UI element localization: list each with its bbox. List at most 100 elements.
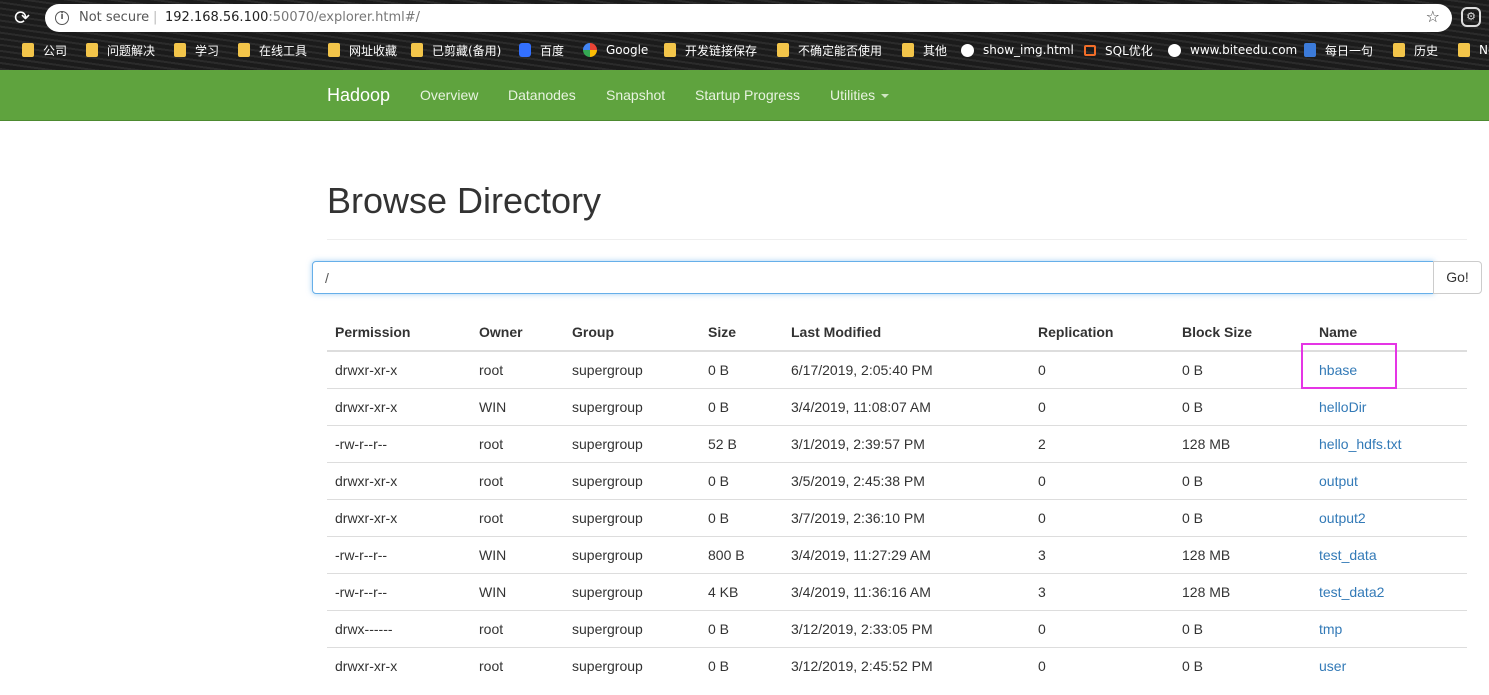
nav-utilities[interactable]: Utilities bbox=[830, 87, 890, 103]
cell-replication: 0 bbox=[1030, 498, 1174, 536]
folder-icon bbox=[22, 43, 34, 57]
cell-name: helloDir bbox=[1311, 387, 1467, 425]
table-row: -rw-r--r-- root supergroup 52 B 3/1/2019, 2:… bbox=[327, 424, 1467, 462]
cell-group: supergroup bbox=[564, 646, 700, 684]
bookmark-item[interactable]: SQL优化 bbox=[1084, 41, 1153, 59]
cell-replication: 0 bbox=[1030, 609, 1174, 647]
cell-last-modified: 3/4/2019, 11:36:16 AM bbox=[783, 572, 1030, 610]
bookmark-label: 每日一句 bbox=[1325, 43, 1374, 58]
folder-icon bbox=[238, 43, 250, 57]
header-last-modified[interactable]: Last Modified bbox=[783, 314, 1030, 352]
bookmark-item[interactable]: 其他 bbox=[902, 41, 947, 59]
bookmark-item[interactable]: Ne bbox=[1458, 41, 1489, 59]
bookmark-item[interactable]: 学习 bbox=[174, 41, 219, 59]
file-name-link[interactable]: tmp bbox=[1319, 621, 1342, 637]
baidu-icon bbox=[519, 43, 531, 57]
file-name-link[interactable]: hello_hdfs.txt bbox=[1319, 436, 1402, 452]
header-owner[interactable]: Owner bbox=[471, 314, 564, 352]
go-button[interactable]: Go! bbox=[1433, 261, 1482, 294]
bookmark-item[interactable]: 公司 bbox=[22, 41, 67, 59]
bookmark-item[interactable]: 问题解决 bbox=[86, 41, 155, 59]
table-row: drwxr-xr-x root supergroup 0 B 3/5/2019, 2:4… bbox=[327, 461, 1467, 499]
header-block-size[interactable]: Block Size bbox=[1174, 314, 1311, 352]
bookmark-label: 学习 bbox=[195, 43, 220, 58]
cell-size: 4 KB bbox=[700, 572, 783, 610]
bookmark-item[interactable]: 不确定能否使用 bbox=[777, 41, 882, 59]
cell-last-modified: 3/1/2019, 2:39:57 PM bbox=[783, 424, 1030, 462]
bookmark-item[interactable]: 网址收藏 bbox=[328, 41, 397, 59]
nav-overview[interactable]: Overview bbox=[420, 87, 478, 103]
cell-replication: 3 bbox=[1030, 535, 1174, 573]
file-name-link[interactable]: output bbox=[1319, 473, 1358, 489]
bookmark-item[interactable]: show_img.html bbox=[961, 41, 1074, 59]
address-bar[interactable]: i Not secure | 192.168.56.100:50070/expl… bbox=[45, 4, 1452, 32]
directory-path-input[interactable] bbox=[312, 261, 1434, 294]
folder-icon bbox=[328, 43, 340, 57]
bookmark-label: Google bbox=[606, 43, 649, 57]
file-name-link[interactable]: test_data bbox=[1319, 547, 1377, 563]
sql-icon bbox=[1084, 44, 1096, 56]
bookmark-label: 公司 bbox=[43, 43, 68, 58]
folder-icon bbox=[777, 43, 789, 57]
bookmark-item[interactable]: www.biteedu.com bbox=[1168, 41, 1297, 59]
bookmark-item[interactable]: 百度 bbox=[519, 41, 564, 59]
file-name-link[interactable]: user bbox=[1319, 658, 1346, 674]
bookmark-label: 不确定能否使用 bbox=[798, 43, 883, 58]
cell-permission: -rw-r--r-- bbox=[327, 535, 471, 573]
table-row: drwxr-xr-x WIN supergroup 0 B 3/4/2019, 11:0… bbox=[327, 387, 1467, 425]
cell-permission: drwxr-xr-x bbox=[327, 498, 471, 536]
extension-icon[interactable]: ⚙ bbox=[1461, 7, 1481, 27]
cell-group: supergroup bbox=[564, 535, 700, 573]
cell-group: supergroup bbox=[564, 461, 700, 499]
table-header-row: Permission Owner Group Size Last Modifie… bbox=[327, 314, 1467, 352]
cell-permission: -rw-r--r-- bbox=[327, 424, 471, 462]
cell-replication: 0 bbox=[1030, 350, 1174, 388]
nav-snapshot[interactable]: Snapshot bbox=[606, 87, 665, 103]
bookmark-label: 在线工具 bbox=[259, 43, 308, 58]
bookmark-label: 百度 bbox=[540, 43, 565, 58]
header-size[interactable]: Size bbox=[700, 314, 783, 352]
file-name-link[interactable]: helloDir bbox=[1319, 399, 1366, 415]
bookmark-item[interactable]: 历史 bbox=[1393, 41, 1438, 59]
info-icon[interactable]: i bbox=[55, 11, 69, 25]
bookmark-label: 开发链接保存 bbox=[685, 43, 758, 58]
bookmark-label: 网址收藏 bbox=[349, 43, 398, 58]
cell-block-size: 0 B bbox=[1174, 646, 1311, 684]
header-replication[interactable]: Replication bbox=[1030, 314, 1174, 352]
file-name-link[interactable]: output2 bbox=[1319, 510, 1366, 526]
header-group[interactable]: Group bbox=[564, 314, 700, 352]
header-permission[interactable]: Permission bbox=[327, 314, 471, 352]
bookmark-item[interactable]: 在线工具 bbox=[238, 41, 307, 59]
cell-owner: root bbox=[471, 350, 564, 388]
navbar-brand[interactable]: Hadoop bbox=[327, 85, 390, 106]
directory-table: Permission Owner Group Size Last Modifie… bbox=[327, 314, 1467, 684]
cell-permission: drwxr-xr-x bbox=[327, 387, 471, 425]
reload-icon[interactable]: ⟳ bbox=[10, 6, 34, 30]
cell-block-size: 0 B bbox=[1174, 609, 1311, 647]
bookmark-star-icon[interactable]: ☆ bbox=[1426, 7, 1440, 26]
nav-datanodes[interactable]: Datanodes bbox=[508, 87, 576, 103]
cell-group: supergroup bbox=[564, 609, 700, 647]
cell-size: 800 B bbox=[700, 535, 783, 573]
cell-last-modified: 3/4/2019, 11:27:29 AM bbox=[783, 535, 1030, 573]
cell-size: 0 B bbox=[700, 498, 783, 536]
file-name-link[interactable]: test_data2 bbox=[1319, 584, 1384, 600]
folder-icon bbox=[86, 43, 98, 57]
google-icon bbox=[583, 43, 597, 57]
url-text[interactable]: 192.168.56.100:50070/explorer.html#/ bbox=[165, 10, 420, 25]
cell-block-size: 0 B bbox=[1174, 350, 1311, 388]
bookmark-item[interactable]: 每日一句 bbox=[1304, 41, 1373, 59]
url-rest: :50070/explorer.html#/ bbox=[268, 10, 421, 25]
title-divider bbox=[327, 239, 1467, 240]
cell-group: supergroup bbox=[564, 424, 700, 462]
cell-block-size: 0 B bbox=[1174, 498, 1311, 536]
table-row: drwxr-xr-x root supergroup 0 B 3/12/2019, 2:… bbox=[327, 646, 1467, 684]
bookmark-label: www.biteedu.com bbox=[1190, 43, 1298, 57]
bookmark-item[interactable]: Google bbox=[583, 41, 648, 59]
cell-last-modified: 3/12/2019, 2:45:52 PM bbox=[783, 646, 1030, 684]
cell-permission: drwxr-xr-x bbox=[327, 461, 471, 499]
bookmark-item[interactable]: 开发链接保存 bbox=[664, 41, 757, 59]
bookmark-item[interactable]: 已剪藏(备用) bbox=[411, 41, 501, 59]
cell-replication: 0 bbox=[1030, 646, 1174, 684]
nav-startup-progress[interactable]: Startup Progress bbox=[695, 87, 800, 103]
